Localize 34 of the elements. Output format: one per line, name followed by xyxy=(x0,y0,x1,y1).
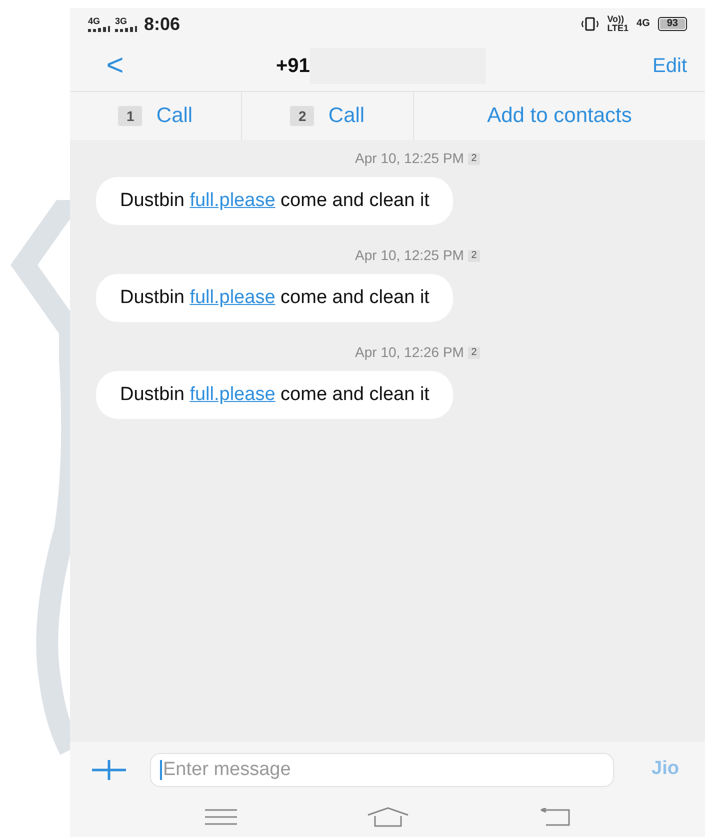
clock-text: 8:06 xyxy=(144,12,180,36)
action-button[interactable]: Add to contacts xyxy=(487,100,632,132)
message-text: Dustbin full.please come and clean it xyxy=(120,382,430,407)
message-input-field[interactable]: Enter message xyxy=(150,752,614,786)
signal-indicator: 4G xyxy=(88,16,110,32)
send-button[interactable]: Jio xyxy=(652,755,679,784)
edit-button[interactable]: Edit xyxy=(652,50,687,80)
data-indicator: 4G xyxy=(636,19,650,29)
message-text: Dustbin full.please come and clean it xyxy=(120,188,430,213)
volte-indicator: Vo)) LTE1 xyxy=(607,15,629,33)
message-timestamp: Apr 10, 12:26 PM xyxy=(355,343,464,362)
link[interactable]: full.please xyxy=(190,384,276,405)
back-button[interactable]: < xyxy=(100,50,130,80)
link[interactable]: full.please xyxy=(190,190,276,211)
message-timestamp: Apr 10, 12:25 PM xyxy=(355,149,464,168)
action-button[interactable]: 2 Call xyxy=(290,100,365,132)
sim-icon: 2 xyxy=(468,250,480,262)
action-button[interactable]: 1 Call xyxy=(118,100,193,132)
add-icon[interactable] xyxy=(92,760,126,780)
back-icon[interactable] xyxy=(540,808,570,826)
battery-indicator: 93 xyxy=(658,17,687,31)
sim-icon: 2 xyxy=(468,152,480,164)
home-icon[interactable] xyxy=(367,807,410,827)
message-timestamp: Apr 10, 12:25 PM xyxy=(355,246,464,265)
vibrate-icon xyxy=(581,17,600,31)
sim-icon: 2 xyxy=(290,106,314,126)
signal-indicator: 3G xyxy=(115,16,137,32)
message-text: Dustbin full.please come and clean it xyxy=(120,286,430,310)
link[interactable]: full.please xyxy=(190,286,276,308)
contact-title: +91 xyxy=(276,54,310,78)
text-cursor xyxy=(160,760,162,780)
sim-icon: 2 xyxy=(468,346,480,358)
sim-icon: 1 xyxy=(118,106,142,126)
menu-icon[interactable] xyxy=(205,809,238,825)
